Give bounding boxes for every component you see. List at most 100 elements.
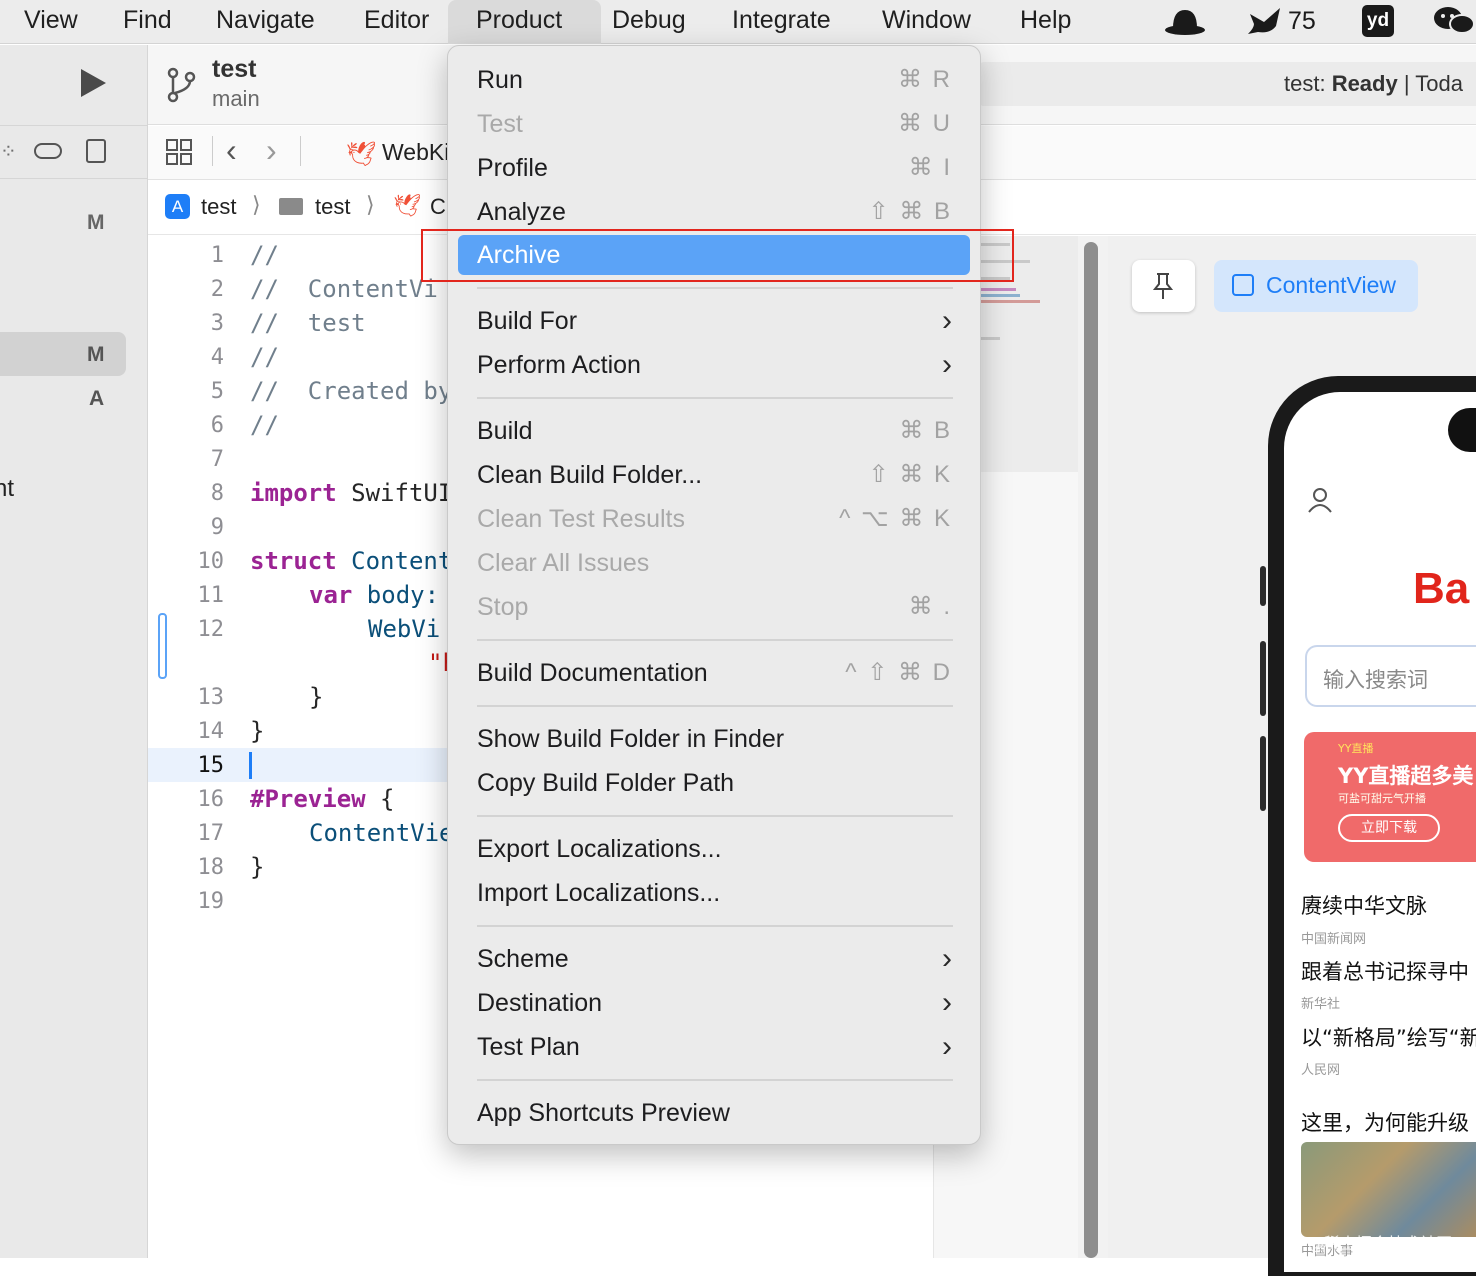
ad-download-button[interactable]: 立即下载 xyxy=(1338,814,1440,842)
pin-button[interactable] xyxy=(1132,260,1195,312)
menu-help[interactable]: Help xyxy=(1010,0,1081,44)
menu-item-label: Analyze xyxy=(477,198,566,226)
menu-item-profile[interactable]: Profile ⌘ I xyxy=(458,148,970,188)
back-chevron-icon[interactable]: ‹ xyxy=(226,132,237,169)
menu-item-clear-all-issues[interactable]: Clear All Issues xyxy=(458,543,970,583)
code-line: } xyxy=(250,717,265,745)
minimap-line xyxy=(980,300,1040,303)
menu-item-clean-build-folder[interactable]: Clean Build Folder... ⇧ ⌘ K xyxy=(458,455,970,495)
code-line: // Created by xyxy=(250,377,452,405)
chevron-right-icon: › xyxy=(942,348,952,381)
menu-debug[interactable]: Debug xyxy=(602,0,696,44)
menu-item-build-documentation[interactable]: Build Documentation ^ ⇧ ⌘ D xyxy=(458,653,970,693)
news-title[interactable]: 赓续中华文脉 xyxy=(1301,890,1427,920)
code-line: // xyxy=(250,411,279,439)
news-source: 新华社 xyxy=(1301,997,1341,1012)
shortcut: ⌘ B xyxy=(899,417,952,444)
menu-product[interactable]: Product xyxy=(448,0,601,44)
ad-subtitle: 可盐可甜元气开播 xyxy=(1338,792,1426,805)
menu-item-label: Build xyxy=(477,417,533,445)
phone-button xyxy=(1260,566,1266,606)
code-line: } xyxy=(250,853,265,881)
shortcut: ^ ⇧ ⌘ D xyxy=(845,659,952,686)
menu-editor[interactable]: Editor xyxy=(354,0,439,44)
document-list-icon[interactable] xyxy=(86,139,106,163)
selected-file-row[interactable] xyxy=(0,332,126,376)
navigator-column: ⁘ M M A nt xyxy=(0,45,148,1258)
news-title[interactable]: 这里，为何能升级 xyxy=(1301,1107,1469,1137)
filter-icon[interactable]: ⁘ xyxy=(0,139,17,164)
ad-title: YY直播超多美 xyxy=(1338,764,1474,788)
code-line: // ContentVi xyxy=(250,275,438,303)
menu-item-import-localizations[interactable]: Import Localizations... xyxy=(458,873,970,913)
menu-item-destination[interactable]: Destination › xyxy=(458,983,970,1023)
scrollbar[interactable] xyxy=(1084,242,1098,1258)
jump-bar-project[interactable]: test xyxy=(201,194,236,220)
branch-name[interactable]: main xyxy=(212,86,260,112)
forward-chevron-icon[interactable]: › xyxy=(266,132,277,169)
menu-item-show-build-folder[interactable]: Show Build Folder in Finder xyxy=(458,719,970,759)
tag-icon[interactable] xyxy=(34,143,62,159)
search-placeholder: 输入搜索词 xyxy=(1323,668,1428,692)
jump-bar-file[interactable]: C xyxy=(430,194,446,220)
divider xyxy=(0,125,148,126)
project-name[interactable]: test xyxy=(212,55,256,84)
menu-item-stop[interactable]: Stop ⌘ . xyxy=(458,587,970,627)
breadcrumb-separator: ⟩ xyxy=(366,192,375,217)
shortcut: ⇧ ⌘ K xyxy=(868,461,952,488)
menu-item-test[interactable]: Test ⌘ U xyxy=(458,104,970,144)
stack-icon xyxy=(1232,274,1254,296)
search-input[interactable]: 输入搜索词 xyxy=(1305,645,1476,707)
menu-item-label: Stop xyxy=(477,593,529,621)
menu-item-test-plan[interactable]: Test Plan › xyxy=(458,1027,970,1067)
news-image[interactable] xyxy=(1301,1142,1476,1237)
menu-separator xyxy=(477,815,953,817)
line-number: 12 xyxy=(197,617,225,642)
grid-icon[interactable] xyxy=(165,138,193,171)
news-title[interactable]: 跟着总书记探寻中 xyxy=(1301,956,1469,986)
divider xyxy=(0,178,148,179)
menu-item-app-shortcuts-preview[interactable]: App Shortcuts Preview xyxy=(458,1093,970,1133)
menu-item-label: Profile xyxy=(477,154,548,182)
menu-item-copy-build-folder-path[interactable]: Copy Build Folder Path xyxy=(458,763,970,803)
menu-item-label: Clean Build Folder... xyxy=(477,461,703,489)
divider xyxy=(300,136,301,166)
line-number-current: 15 xyxy=(197,753,225,778)
menu-navigate[interactable]: Navigate xyxy=(206,0,325,44)
user-icon[interactable] xyxy=(1306,486,1334,519)
bird-icon[interactable] xyxy=(1246,4,1286,38)
youdao-icon[interactable]: yd xyxy=(1362,5,1394,37)
wechat-icon[interactable] xyxy=(1432,4,1476,38)
menu-view[interactable]: View xyxy=(14,0,88,44)
news-source: 人民网 xyxy=(1301,1063,1341,1078)
branch-icon[interactable] xyxy=(166,67,196,108)
run-icon[interactable] xyxy=(78,67,108,104)
code-line: var body: xyxy=(309,581,439,609)
news-source: 中国新闻网 xyxy=(1301,932,1367,947)
yy-ad-banner[interactable]: YY直播 YY直播超多美 可盐可甜元气开播 立即下载 xyxy=(1304,732,1476,862)
menu-item-build[interactable]: Build ⌘ B xyxy=(458,411,970,451)
shortcut: ⌘ . xyxy=(908,593,952,620)
menu-item-build-for[interactable]: Build For › xyxy=(458,301,970,341)
phone-button xyxy=(1260,641,1266,716)
menu-item-analyze[interactable]: Analyze ⇧ ⌘ B xyxy=(458,192,970,232)
app-project-icon: A xyxy=(165,194,190,219)
menu-find[interactable]: Find xyxy=(113,0,182,44)
tab-webkit[interactable]: WebKi xyxy=(382,139,449,166)
hat-icon[interactable] xyxy=(1163,4,1207,38)
menu-item-scheme[interactable]: Scheme › xyxy=(458,939,970,979)
news-title[interactable]: 以“新格局”绘写“新 xyxy=(1301,1022,1476,1052)
folder-icon xyxy=(279,198,303,215)
chevron-right-icon: › xyxy=(942,986,952,1019)
menu-window[interactable]: Window xyxy=(872,0,981,44)
navigator-partial-text[interactable]: nt xyxy=(0,475,14,503)
content-view-selector[interactable]: ContentView xyxy=(1214,260,1418,312)
menu-item-label: Test Plan xyxy=(477,1033,580,1061)
menu-item-perform-action[interactable]: Perform Action › xyxy=(458,345,970,385)
menu-item-run[interactable]: Run ⌘ R xyxy=(458,60,970,100)
menu-integrate[interactable]: Integrate xyxy=(722,0,841,44)
menu-item-clean-test-results[interactable]: Clean Test Results ^ ⌥ ⌘ K xyxy=(458,499,970,539)
menu-item-export-localizations[interactable]: Export Localizations... xyxy=(458,829,970,869)
jump-bar-folder[interactable]: test xyxy=(315,194,350,220)
menu-item-label: App Shortcuts Preview xyxy=(477,1099,730,1127)
